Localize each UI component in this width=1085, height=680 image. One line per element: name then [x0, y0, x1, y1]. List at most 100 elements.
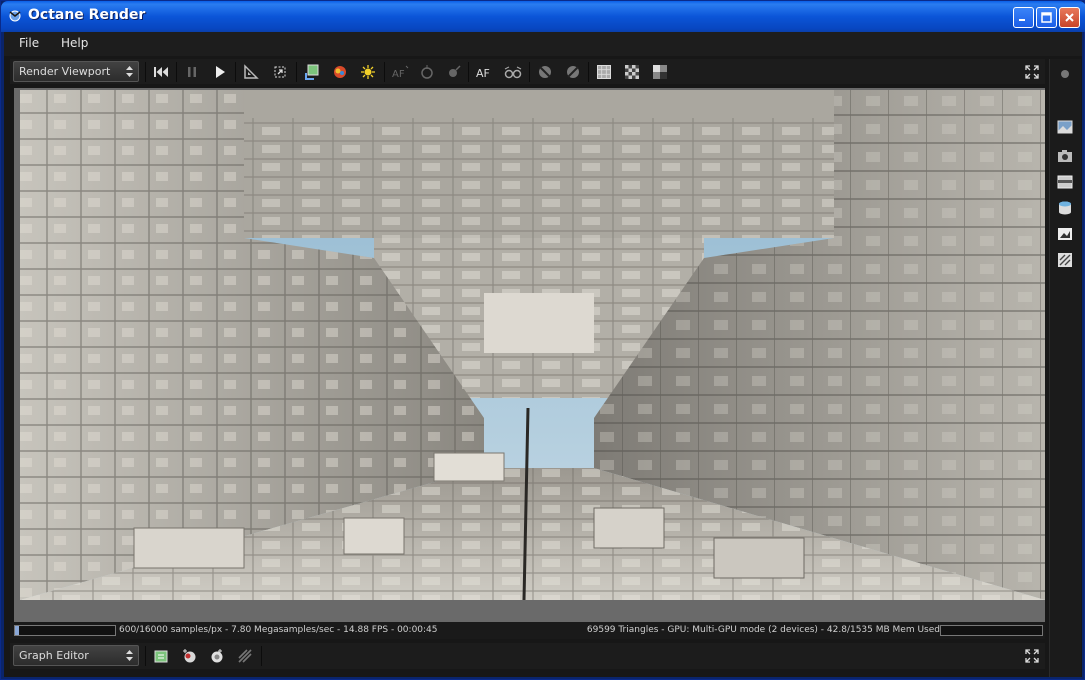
add-material-button[interactable] — [207, 646, 227, 666]
toolbar-separator — [145, 62, 146, 82]
pause-button[interactable] — [182, 62, 202, 82]
export-passes-button[interactable] — [302, 62, 322, 82]
color-picker-icon — [334, 66, 346, 78]
close-icon — [1065, 13, 1074, 22]
toolbar-separator — [468, 62, 469, 82]
pause-icon — [188, 67, 196, 77]
toolbar-separator — [588, 62, 589, 82]
title-bar[interactable]: Octane Render — [1, 1, 1085, 32]
graph-editor-select-label: Graph Editor — [19, 649, 89, 662]
toolbar-separator — [176, 62, 177, 82]
camera-icon — [1058, 150, 1072, 162]
minimize-icon — [1019, 19, 1025, 21]
right-side-panel — [1049, 59, 1081, 677]
graph-fullscreen-button[interactable] — [1022, 646, 1042, 666]
application-window: Octane Render File Help Render Viewport — [0, 0, 1085, 680]
checker-button[interactable] — [622, 62, 642, 82]
white-balance-button[interactable] — [417, 62, 437, 82]
menu-bar: File Help — [4, 32, 1082, 56]
settings-icon — [1058, 253, 1072, 267]
film-region-button[interactable] — [563, 62, 583, 82]
image-icon — [1057, 120, 1073, 134]
menu-help[interactable]: Help — [61, 36, 88, 50]
load-scene-button[interactable] — [151, 646, 171, 666]
toolbar-separator — [384, 62, 385, 82]
menu-file[interactable]: File — [19, 36, 39, 50]
lock-view-icon — [653, 65, 667, 79]
lock-view-button[interactable] — [650, 62, 670, 82]
database-panel-button[interactable] — [1056, 199, 1074, 217]
status-bar: 600/16000 samples/px - 7.80 Megasamples/… — [10, 622, 1045, 639]
add-mesh-icon — [183, 649, 196, 663]
render-viewport-select-label: Render Viewport — [19, 65, 111, 78]
viewport-fullscreen-button[interactable] — [1022, 62, 1042, 82]
add-mesh-button[interactable] — [179, 646, 199, 666]
close-button[interactable] — [1059, 7, 1080, 28]
scene-stats-text: 69599 Triangles - GPU: Multi-GPU mode (2… — [586, 625, 940, 635]
toolbar-separator — [235, 62, 236, 82]
preferences-panel-button[interactable] — [1056, 251, 1074, 269]
stereo-glasses-icon — [504, 66, 522, 79]
database-icon — [1059, 201, 1071, 215]
stereo-glasses-button[interactable] — [503, 62, 523, 82]
viewport-toolbar: Render Viewport AF AF — [10, 59, 1045, 84]
checker-icon — [625, 65, 639, 79]
white-balance-icon — [421, 65, 433, 79]
svg-text:AF: AF — [476, 67, 490, 80]
play-button[interactable] — [210, 62, 230, 82]
set-square-button[interactable] — [241, 62, 261, 82]
fit-view-icon — [274, 66, 286, 78]
minimize-button[interactable] — [1013, 7, 1034, 28]
material-pick-button[interactable] — [444, 62, 464, 82]
render-image — [14, 88, 1045, 622]
indicator-dot — [1056, 65, 1074, 83]
play-icon — [216, 66, 225, 78]
region-render-icon — [539, 66, 551, 78]
render-stats-text: 600/16000 samples/px - 7.80 Megasamples/… — [119, 625, 438, 635]
region-render-button[interactable] — [535, 62, 555, 82]
add-material-icon — [211, 649, 223, 663]
fullscreen-icon — [1025, 649, 1039, 663]
af-toggle-icon: AF — [476, 67, 490, 80]
af-toggle-button[interactable]: AF — [474, 62, 494, 82]
light-pick-icon — [361, 65, 375, 79]
render-viewport-select[interactable]: Render Viewport — [13, 61, 139, 82]
client-area: File Help Render Viewport AF AF 600/1600… — [4, 32, 1082, 677]
autofocus-pick-button[interactable]: AF — [390, 62, 410, 82]
maximize-icon — [1041, 12, 1052, 23]
window-title: Octane Render — [28, 7, 146, 23]
grid-overlay-button[interactable] — [594, 62, 614, 82]
film-region-icon — [567, 66, 579, 78]
grid-overlay-icon — [597, 65, 611, 79]
fit-view-button[interactable] — [270, 62, 290, 82]
memory-usage-bar — [940, 625, 1043, 636]
camera-panel-button[interactable] — [1056, 147, 1074, 165]
graph-editor-toolbar: Graph Editor — [10, 643, 1045, 669]
graph-editor-select[interactable]: Graph Editor — [13, 645, 139, 666]
image-panel-button[interactable] — [1056, 118, 1074, 136]
picture-panel-button[interactable] — [1056, 225, 1074, 243]
picture-icon — [1058, 228, 1072, 240]
panel-icon — [1057, 175, 1073, 189]
skip-to-start-icon — [154, 67, 168, 77]
add-texture-button[interactable] — [235, 646, 255, 666]
render-progress-bar — [14, 625, 116, 636]
toolbar-separator — [145, 646, 146, 666]
toolbar-separator — [296, 62, 297, 82]
updown-arrow-icon — [126, 66, 133, 77]
indicator-dot-icon — [1061, 70, 1069, 78]
render-progress-fill — [15, 626, 19, 635]
autofocus-pick-icon: AF — [392, 65, 409, 80]
export-passes-icon — [305, 64, 319, 80]
updown-arrow-icon — [126, 650, 133, 661]
add-texture-icon — [238, 649, 252, 663]
set-square-icon — [244, 64, 259, 79]
toolbar-separator — [529, 62, 530, 82]
settings-panel-button[interactable] — [1056, 173, 1074, 191]
skip-to-start-button[interactable] — [151, 62, 171, 82]
light-pick-button[interactable] — [358, 62, 378, 82]
maximize-button[interactable] — [1036, 7, 1057, 28]
color-picker-button[interactable] — [330, 62, 350, 82]
toolbar-separator — [261, 646, 262, 666]
render-viewport[interactable] — [14, 88, 1045, 622]
